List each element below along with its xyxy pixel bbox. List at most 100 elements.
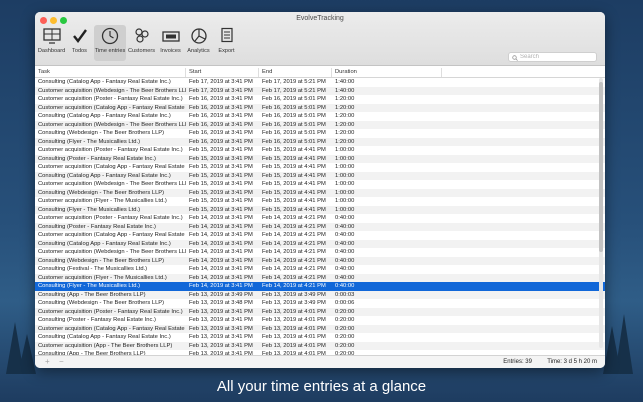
table-footer: + − Entries: 39 Time: 3 d 5 h 20 m (35, 355, 605, 368)
cell-end: Feb 13, 2019 at 4:01 PM (262, 325, 326, 332)
toolbar-export-button[interactable]: Export (213, 25, 240, 61)
table-row[interactable]: Consulting (Catalog App - Fantasy Real E… (35, 78, 605, 87)
cell-task: Customer acquisition (Poster - Fantasy R… (38, 147, 183, 153)
toolbar-todos-button[interactable]: Todos (66, 25, 93, 61)
cell-duration: 1:20:00 (335, 104, 355, 111)
table-row[interactable]: Customer acquisition (Poster - Fantasy R… (35, 95, 605, 104)
toolbar-customers-button[interactable]: Customers (127, 25, 156, 61)
table-row[interactable]: Customer acquisition (Catalog App - Fant… (35, 231, 605, 240)
cell-start: Feb 14, 2019 at 3:41 PM (189, 257, 253, 264)
table-row[interactable]: Customer acquisition (Flyer - The Musica… (35, 197, 605, 206)
cell-start: Feb 16, 2019 at 3:41 PM (189, 130, 253, 136)
table-row[interactable]: Customer acquisition (Webdesign - The Be… (35, 180, 605, 189)
toolbar-label: Export (218, 48, 235, 54)
cell-start: Feb 14, 2019 at 3:41 PM (189, 274, 253, 281)
cell-task: Customer acquisition (Catalog App - Fant… (38, 325, 186, 332)
table-row[interactable]: Consulting (Catalog App - Fantasy Real E… (35, 239, 605, 248)
table-row[interactable]: Customer acquisition (Catalog App - Fant… (35, 163, 605, 172)
cell-duration: 0:20:00 (335, 342, 355, 349)
cell-task: Consulting (Webdesign - The Beer Brother… (38, 300, 165, 306)
cell-start: Feb 13, 2019 at 3:41 PM (189, 342, 253, 349)
cell-duration: 1:20:00 (335, 130, 355, 136)
column-header-duration[interactable]: Duration (332, 68, 442, 77)
cell-start: Feb 16, 2019 at 3:41 PM (189, 121, 253, 128)
cell-start: Feb 15, 2019 at 3:41 PM (189, 155, 253, 162)
cell-task: Customer acquisition (Webdesign - The Be… (38, 181, 186, 187)
titlebar: EvolveTracking Dashboard Todos Time entr… (35, 12, 605, 66)
cell-end: Feb 14, 2019 at 4:21 PM (262, 266, 326, 272)
table-row[interactable]: Consulting (Flyer - The Musicallies Ltd.… (35, 205, 605, 214)
cell-task: Consulting (Flyer - The Musicallies Ltd.… (38, 283, 141, 289)
cell-task: Customer acquisition (Catalog App - Fant… (38, 164, 186, 170)
table-row[interactable]: Customer acquisition (Poster - Fantasy R… (35, 146, 605, 155)
table-row[interactable]: Consulting (Webdesign - The Beer Brother… (35, 129, 605, 138)
cell-end: Feb 14, 2019 at 4:21 PM (262, 232, 326, 238)
table-row[interactable]: Consulting (App - The Beer Brothers LLP)… (35, 290, 605, 299)
cell-task: Consulting (Catalog App - Fantasy Real E… (38, 172, 171, 179)
cell-end: Feb 16, 2019 at 5:01 PM (262, 138, 326, 145)
cell-start: Feb 17, 2019 at 3:41 PM (189, 79, 253, 85)
vertical-scrollbar[interactable] (599, 78, 603, 348)
toolbar-invoices-button[interactable]: Invoices (157, 25, 184, 61)
toolbar-label: Customers (127, 48, 156, 54)
cell-task: Consulting (Flyer - The Musicallies Ltd.… (38, 138, 141, 145)
table-row[interactable]: Consulting (Poster - Fantasy Real Estate… (35, 316, 605, 325)
cell-duration: 0:00:06 (335, 300, 355, 306)
table-row[interactable]: Customer acquisition (App - The Beer Bro… (35, 341, 605, 350)
cell-task: Consulting (Catalog App - Fantasy Real E… (38, 79, 171, 85)
cell-end: Feb 14, 2019 at 4:21 PM (262, 283, 326, 289)
cell-start: Feb 13, 2019 at 3:49 PM (189, 291, 253, 298)
search-input[interactable] (518, 54, 590, 60)
column-header-end[interactable]: End (259, 68, 332, 77)
cell-start: Feb 13, 2019 at 3:41 PM (189, 317, 253, 323)
toolbar-dashboard-button[interactable]: Dashboard (38, 25, 65, 61)
cell-end: Feb 15, 2019 at 4:41 PM (262, 189, 326, 196)
table-header: Task Start End Duration (35, 68, 605, 78)
table-row[interactable]: Customer acquisition (Flyer - The Musica… (35, 273, 605, 282)
toolbar-label: Analytics (187, 48, 210, 54)
remove-entry-button[interactable]: − (59, 357, 64, 367)
table-row[interactable]: Consulting (Catalog App - Fantasy Real E… (35, 112, 605, 121)
toolbar-time-entries-button[interactable]: Time entries (94, 25, 126, 61)
table-row[interactable]: Consulting (Webdesign - The Beer Brother… (35, 256, 605, 265)
scrollbar-thumb[interactable] (599, 82, 603, 252)
cell-task: Consulting (Festival - The Musicallies L… (38, 266, 148, 272)
table-row[interactable]: Consulting (Poster - Fantasy Real Estate… (35, 222, 605, 231)
add-entry-button[interactable]: + (45, 357, 50, 367)
cell-start: Feb 15, 2019 at 3:41 PM (189, 198, 253, 204)
cell-duration: 0:40:00 (335, 249, 355, 255)
cell-task: Consulting (Poster - Fantasy Real Estate… (38, 317, 156, 323)
table-row[interactable]: Consulting (Poster - Fantasy Real Estate… (35, 154, 605, 163)
table-row[interactable]: Consulting (Webdesign - The Beer Brother… (35, 188, 605, 197)
table-row[interactable]: Consulting (Flyer - The Musicallies Ltd.… (35, 137, 605, 146)
table-row[interactable]: Consulting (Catalog App - Fantasy Real E… (35, 171, 605, 180)
table-row[interactable]: Customer acquisition (Catalog App - Fant… (35, 324, 605, 333)
table-row[interactable]: Customer acquisition (Webdesign - The Be… (35, 120, 605, 129)
table-row[interactable]: Customer acquisition (Webdesign - The Be… (35, 86, 605, 95)
cell-task: Consulting (Catalog App - Fantasy Real E… (38, 334, 171, 340)
table-row[interactable]: Consulting (Catalog App - Fantasy Real E… (35, 333, 605, 342)
app-window: EvolveTracking Dashboard Todos Time entr… (35, 12, 605, 368)
column-header-start[interactable]: Start (186, 68, 259, 77)
cell-duration: 1:20:00 (335, 113, 355, 119)
cell-end: Feb 14, 2019 at 4:21 PM (262, 257, 326, 264)
cell-duration: 0:40:00 (335, 257, 355, 264)
cell-duration: 0:20:00 (335, 334, 355, 340)
column-header-task[interactable]: Task (35, 68, 186, 77)
table-row[interactable]: Customer acquisition (Poster - Fantasy R… (35, 307, 605, 316)
table-row[interactable]: Customer acquisition (Poster - Fantasy R… (35, 214, 605, 223)
table-row[interactable]: Customer acquisition (Webdesign - The Be… (35, 248, 605, 257)
search-field[interactable] (508, 52, 597, 62)
cell-start: Feb 14, 2019 at 3:41 PM (189, 223, 253, 230)
cell-task: Customer acquisition (App - The Beer Bro… (38, 342, 173, 349)
cell-duration: 0:40:00 (335, 266, 355, 272)
table-row[interactable]: Consulting (Flyer - The Musicallies Ltd.… (35, 282, 605, 291)
cell-duration: 1:40:00 (335, 79, 355, 85)
toolbar-analytics-button[interactable]: Analytics (185, 25, 212, 61)
cell-task: Consulting (Catalog App - Fantasy Real E… (38, 240, 171, 247)
table-row[interactable]: Consulting (Festival - The Musicallies L… (35, 265, 605, 274)
cell-start: Feb 14, 2019 at 3:41 PM (189, 232, 253, 238)
table-row[interactable]: Customer acquisition (Catalog App - Fant… (35, 103, 605, 112)
entries-count: Entries: 39 (503, 359, 532, 365)
table-row[interactable]: Consulting (Webdesign - The Beer Brother… (35, 299, 605, 308)
